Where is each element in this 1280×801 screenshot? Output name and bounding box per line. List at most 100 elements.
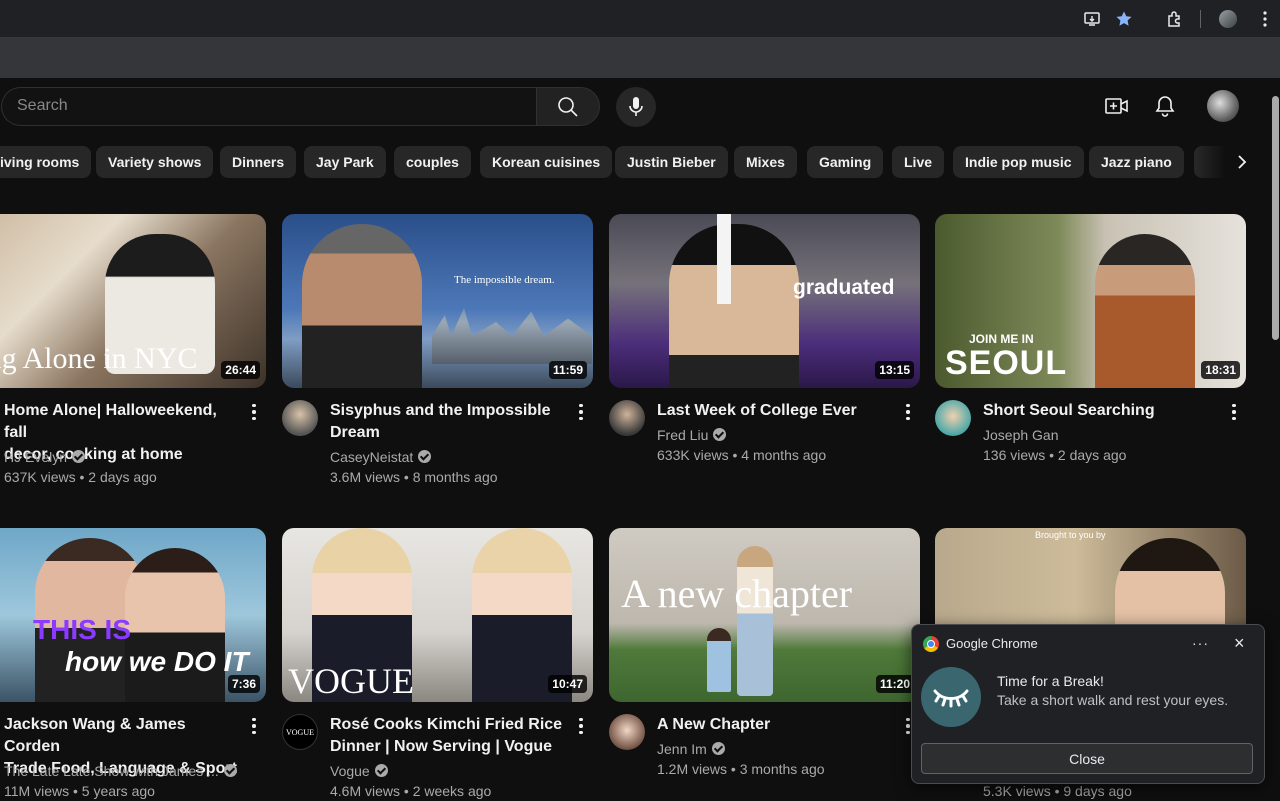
verified-badge-icon [223,764,237,777]
chip-couples[interactable]: couples [394,146,471,178]
video-thumbnail[interactable]: JOIN ME IN SEOUL 18:31 [935,214,1246,388]
chip-dinners[interactable]: Dinners [220,146,297,178]
channel-name[interactable]: Fred Liu [657,425,727,445]
thumbnail-caption: graduated [793,276,895,299]
video-menu-button[interactable] [242,714,266,738]
video-thumbnail[interactable]: The impossible dream. 11:59 [282,214,593,388]
video-stats: 633K views • 4 months ago [657,447,827,463]
youtube-header [0,78,1270,134]
thumbnail-figure [125,548,225,702]
thumbnail-tassel [717,214,731,304]
search-icon [558,96,578,117]
video-menu-button[interactable] [242,400,266,424]
thumbnail-caption: how we DO IT [65,646,249,677]
close-icon[interactable]: × [1234,633,1245,654]
video-thumbnail[interactable]: THIS IS how we DO IT 7:36 [0,528,266,702]
video-menu-button[interactable] [569,714,593,738]
video-stats: 637K views • 2 days ago [4,469,157,485]
video-menu-button[interactable] [1222,400,1246,424]
verified-badge-icon [374,764,388,777]
video-menu-button[interactable] [896,400,920,424]
thumbnail-skyline [432,308,592,364]
toolbar-divider [1200,10,1201,28]
video-stats: 3.6M views • 8 months ago [330,469,498,485]
chip-mixes[interactable]: Mixes [734,146,797,178]
search-button[interactable] [536,87,600,126]
video-title[interactable]: Sisyphus and the Impossible Dream [330,400,570,444]
thumbnail-caption: iving Alone in NYC [0,342,198,375]
thumbnail-caption: A new chapter [621,571,853,616]
notification-title: Time for a Break! [997,673,1104,689]
more-options-icon[interactable]: ··· [1192,635,1209,651]
verified-badge-icon [72,450,86,463]
menu-icon[interactable] [1254,8,1276,30]
video-thumbnail[interactable]: graduated 13:15 [609,214,920,388]
chip-variety-shows[interactable]: Variety shows [96,146,214,178]
verified-badge-icon [713,428,727,441]
thumbnail-caption: SEOUL [945,344,1068,382]
video-title[interactable]: Rosé Cooks Kimchi Fried Rice Dinner | Now… [330,714,570,758]
notification-close-button[interactable]: Close [921,743,1253,774]
bookmarks-bar [0,37,1280,78]
chevron-right-icon [1238,155,1247,169]
duration-badge: 26:44 [221,361,260,379]
channel-name[interactable]: Jenn Im [657,739,725,759]
profile-icon[interactable] [1217,8,1239,30]
thumbnail-figure [669,224,799,388]
create-video-icon[interactable] [1104,93,1130,119]
chip-scroll-right-button[interactable] [1226,146,1258,178]
duration-badge: 13:15 [875,361,914,379]
notifications-bell-icon[interactable] [1152,93,1178,119]
search-input[interactable] [17,97,517,115]
duration-badge: 18:31 [1201,361,1240,379]
bookmark-star-icon[interactable] [1113,8,1135,30]
page-scrollbar[interactable] [1270,96,1280,800]
thumbnail-caption: VOGUE [288,661,414,701]
filter-chip-bar: iving rooms Variety shows Dinners Jay Pa… [0,146,1270,178]
video-thumbnail[interactable]: VOGUE 10:47 [282,528,593,702]
chip-jazz-piano[interactable]: Jazz piano [1089,146,1184,178]
channel-avatar[interactable] [609,400,645,436]
video-stats: 136 views • 2 days ago [983,447,1127,463]
chip-gaming[interactable]: Gaming [807,146,884,178]
video-title[interactable]: A New Chapter [657,714,897,736]
chip-indie-pop-music[interactable]: Indie pop music [953,146,1084,178]
channel-avatar[interactable]: VOGUE [282,714,318,750]
video-stats: 4.6M views • 2 weeks ago [330,783,492,799]
browser-toolbar [0,0,1280,37]
video-title[interactable]: Short Seoul Searching [983,400,1223,422]
chip-live[interactable]: Live [892,146,945,178]
thumbnail-figure [707,628,731,692]
notification-app-name: Google Chrome [946,636,1038,651]
chip-jay-park[interactable]: Jay Park [304,146,386,178]
video-thumbnail[interactable]: iving Alone in NYC 26:44 [0,214,266,388]
chip-korean-cuisines[interactable]: Korean cuisines [480,146,613,178]
channel-avatar[interactable] [935,400,971,436]
video-stats: 11M views • 5 years ago [4,783,155,799]
chip-justin-bieber[interactable]: Justin Bieber [615,146,728,178]
duration-badge: 11:59 [548,361,587,379]
video-stats: 1.2M views • 3 months ago [657,761,825,777]
channel-name[interactable]: HJ Evelyn [4,447,86,467]
thumbnail-figure [1095,234,1195,388]
chip-living-rooms[interactable]: iving rooms [0,146,92,178]
channel-avatar[interactable] [609,714,645,750]
install-app-icon[interactable] [1081,8,1103,30]
channel-name[interactable]: The Late Late Show with James ... [4,761,237,781]
account-avatar[interactable] [1207,90,1239,122]
video-menu-button[interactable] [569,400,593,424]
duration-badge: 10:47 [548,675,587,693]
video-title[interactable]: Last Week of College Ever [657,400,897,422]
channel-avatar[interactable] [282,400,318,436]
channel-name[interactable]: CaseyNeistat [330,447,432,467]
thumbnail-caption: The impossible dream. [454,274,555,286]
video-thumbnail[interactable]: A new chapter 11:20 [609,528,920,702]
scrollbar-thumb[interactable] [1272,96,1279,340]
thumbnail-caption: Brought to you by [1035,530,1106,540]
channel-name[interactable]: Vogue [330,761,388,781]
extensions-icon[interactable] [1164,8,1186,30]
channel-name[interactable]: Joseph Gan [983,425,1059,445]
microphone-icon [629,97,643,116]
voice-search-button[interactable] [616,87,656,127]
search-box[interactable] [1,87,537,126]
